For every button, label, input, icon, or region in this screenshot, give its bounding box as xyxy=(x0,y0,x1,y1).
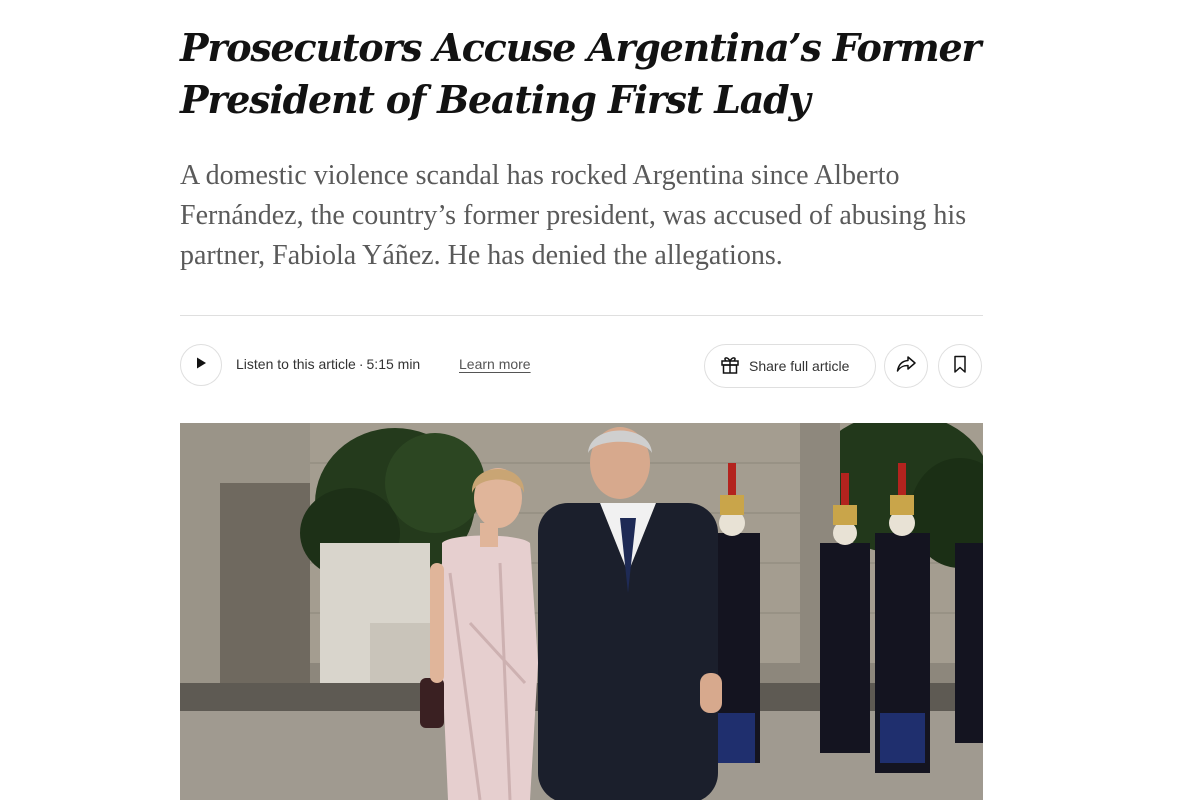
listen-separator: · xyxy=(358,356,364,372)
divider xyxy=(180,315,983,316)
gift-icon xyxy=(719,353,741,380)
share-button[interactable] xyxy=(884,344,928,388)
share-full-article-label: Share full article xyxy=(749,358,850,374)
share-full-article-button[interactable]: Share full article xyxy=(704,344,876,388)
article-summary: A domestic violence scandal has rocked A… xyxy=(180,160,967,271)
listen-duration: 5:15 min xyxy=(366,356,421,372)
save-button[interactable] xyxy=(938,344,982,388)
listen-label: Listen to this article xyxy=(236,356,356,372)
article-toolbar: Listen to this article · 5:15 min Learn mo… xyxy=(180,344,983,388)
article-photo xyxy=(180,423,983,800)
article-headline: Prosecutors Accuse Argentina’s Former Pr… xyxy=(180,25,981,122)
bookmark-icon xyxy=(950,354,970,379)
play-audio-button[interactable] xyxy=(180,344,222,386)
learn-more-link[interactable]: Learn more xyxy=(459,356,531,372)
article-header: Prosecutors Accuse Argentina’s Former Pr… xyxy=(180,0,983,800)
play-icon xyxy=(194,356,208,375)
listen-info: Listen to this article · 5:15 min xyxy=(236,356,420,372)
share-arrow-icon xyxy=(895,353,917,380)
